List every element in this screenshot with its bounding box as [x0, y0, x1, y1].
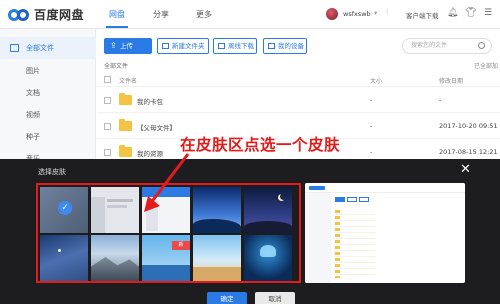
folder-icon	[119, 93, 132, 105]
cancel-button[interactable]: 取消	[255, 292, 295, 304]
chevron-down-icon[interactable]: ▾	[374, 9, 377, 17]
skin-thumbnail[interactable]: 新	[142, 235, 190, 281]
sidebar-item-all-files[interactable]: 全部文件	[0, 37, 96, 59]
sidebar-item-label: 种子	[26, 133, 40, 141]
folder-icon	[119, 145, 132, 157]
baidu-cloud-logo-icon	[8, 7, 30, 23]
sidebar-item-label: 图片	[26, 67, 40, 75]
column-header-modified[interactable]: 修改日期	[439, 76, 463, 85]
column-header-size[interactable]: 大小	[370, 76, 382, 85]
file-name[interactable]: 我的卡包	[137, 96, 163, 106]
offline-download-label: 离线下载	[228, 42, 254, 50]
shirt-skin-icon[interactable]: 👕︎	[465, 8, 476, 18]
file-size: -	[370, 148, 373, 156]
upload-label: 上传	[120, 42, 133, 50]
search-input[interactable]: 搜索您的文件	[402, 38, 492, 54]
logo-text: 百度网盘	[34, 8, 85, 22]
my-devices-button[interactable]: 我的设备	[263, 38, 307, 54]
sidebar-item-label: 视频	[26, 111, 40, 119]
skin-thumbnail[interactable]	[91, 187, 139, 233]
table-header: 文件名 大小 修改日期	[97, 73, 500, 87]
tab-more[interactable]: 更多	[196, 9, 212, 20]
skin-preview	[305, 183, 465, 283]
skin-thumbnail[interactable]	[244, 235, 292, 281]
checkmark-icon: ✓	[58, 201, 72, 215]
offline-download-button[interactable]: 离线下载	[213, 38, 257, 54]
confirm-button[interactable]: 确定	[207, 292, 247, 304]
menu-icon[interactable]: ☰	[484, 8, 492, 18]
download-icon	[218, 43, 225, 49]
upload-icon: ⇪	[110, 41, 117, 50]
username[interactable]: wsfxswb	[343, 10, 371, 18]
table-row[interactable]: 我的卡包 - -	[97, 87, 500, 113]
skin-thumbnail[interactable]	[244, 187, 292, 233]
file-modified: 2017-10-20 09:51	[439, 122, 498, 130]
top-header: 百度网盘 网盘 分享 更多 wsfxswb ▾ | 客户端下载 🔔︎ 👕︎ ☰	[0, 0, 500, 29]
client-download-link[interactable]: 客户端下载	[406, 10, 439, 20]
jellyfish-icon	[260, 245, 276, 257]
row-checkbox[interactable]	[104, 97, 111, 104]
sidebar-item-torrents[interactable]: 种子	[0, 126, 96, 148]
skin-thumbnail[interactable]: ✓	[40, 187, 88, 233]
tab-share[interactable]: 分享	[153, 9, 169, 20]
header-divider: |	[386, 7, 389, 15]
sidebar-item-images[interactable]: 图片	[0, 60, 96, 82]
file-modified: -	[439, 96, 442, 104]
folder-plus-icon	[162, 43, 169, 49]
close-icon[interactable]: ✕	[460, 162, 471, 177]
file-name[interactable]: 【父母文件】	[137, 122, 176, 132]
avatar[interactable]	[326, 8, 338, 20]
column-header-name[interactable]: 文件名	[119, 76, 137, 85]
file-modified: 2017-08-15 12:21	[439, 148, 498, 156]
dialog-title: 选择皮肤	[38, 168, 66, 176]
skin-dialog: 选择皮肤 ✕ ✓ 新 确定 取消	[0, 159, 500, 304]
sidebar-item-label: 文档	[26, 89, 40, 97]
row-checkbox[interactable]	[104, 123, 111, 130]
search-icon[interactable]	[478, 42, 485, 49]
annotation-arrow-icon	[144, 153, 190, 212]
breadcrumb[interactable]: 全部文件	[104, 61, 128, 70]
active-tab-underline	[106, 26, 128, 28]
sidebar-item-label: 全部文件	[26, 44, 54, 52]
search-placeholder: 搜索您的文件	[411, 42, 448, 49]
bell-icon[interactable]: 🔔︎	[447, 8, 458, 18]
upload-button[interactable]: ⇪ 上传	[104, 38, 152, 54]
file-size: -	[370, 122, 373, 130]
row-checkbox[interactable]	[104, 149, 111, 156]
new-folder-label: 新建文件夹	[172, 42, 205, 50]
skin-thumbnail[interactable]	[193, 235, 241, 281]
app-logo[interactable]: 百度网盘	[8, 6, 84, 23]
skin-thumbnail[interactable]	[91, 235, 139, 281]
device-icon	[268, 43, 275, 49]
select-all-checkbox[interactable]	[104, 76, 111, 83]
tab-netdisk[interactable]: 网盘	[109, 9, 125, 20]
files-icon	[10, 44, 19, 52]
skin-thumbnail[interactable]	[40, 235, 88, 281]
folder-icon	[119, 119, 132, 131]
new-folder-button[interactable]: 新建文件夹	[157, 38, 209, 54]
file-size: -	[370, 96, 373, 104]
my-devices-label: 我的设备	[278, 42, 304, 50]
sidebar-item-videos[interactable]: 视频	[0, 104, 96, 126]
sidebar-item-docs[interactable]: 文档	[0, 82, 96, 104]
loaded-status: 已全部加	[474, 63, 499, 70]
skin-badge: 新	[172, 241, 190, 250]
